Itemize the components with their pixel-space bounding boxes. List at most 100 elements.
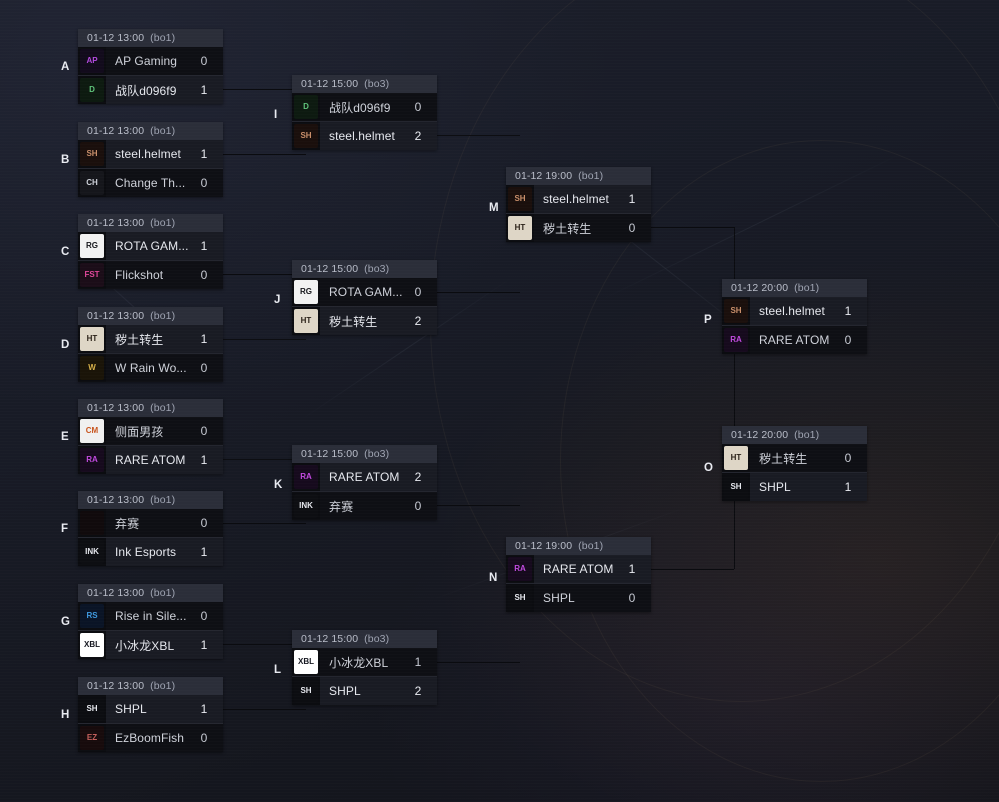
match-header: 01-12 19:00 (bo1) — [506, 537, 651, 555]
team-row[interactable]: D 战队d096f9 1 — [78, 75, 223, 104]
team-row[interactable]: SH SHPL 2 — [292, 676, 437, 705]
team-logo-mark: AP — [80, 49, 104, 73]
match-card-i[interactable]: 01-12 15:00 (bo3) D 战队d096f9 0 SH steel.helmet… — [292, 75, 437, 150]
match-card-a[interactable]: 01-12 13:00 (bo1) AP AP Gaming 0 D 战队d096f9 1 — [78, 29, 223, 104]
match-format: (bo1) — [150, 680, 176, 692]
team-row[interactable]: SH steel.helmet 1 — [78, 140, 223, 168]
team-logo-mark: RS — [80, 604, 104, 628]
team-row[interactable]: HT 秽土转生 0 — [722, 444, 867, 472]
bracket-page: 01-12 13:00 (bo1) AP AP Gaming 0 D 战队d096f9 1 A 0… — [0, 0, 999, 802]
team-row[interactable]: XBL 小冰龙XBL 1 — [292, 648, 437, 676]
match-format: (bo1) — [150, 310, 176, 322]
xbl-logo: XBL — [292, 648, 320, 676]
team-score: 0 — [200, 176, 208, 190]
match-datetime: 01-12 13:00 — [87, 32, 145, 44]
w-rain-logo: W — [78, 354, 106, 382]
team-row[interactable]: INK 弃赛 0 — [292, 491, 437, 520]
team-score: 2 — [414, 470, 422, 484]
match-datetime: 01-12 19:00 — [515, 540, 573, 552]
team-row[interactable]: RA RARE ATOM 1 — [78, 445, 223, 474]
team-name: 小冰龙XBL — [329, 655, 389, 670]
team-row[interactable]: SH steel.helmet 1 — [722, 297, 867, 325]
team-row[interactable]: RA RARE ATOM 1 — [506, 555, 651, 583]
team-name: SHPL — [329, 684, 361, 698]
match-datetime: 01-12 15:00 — [301, 263, 359, 275]
team-row[interactable]: INK Ink Esports 1 — [78, 537, 223, 566]
match-header: 01-12 15:00 (bo3) — [292, 75, 437, 93]
rare-atom-logo: RA — [722, 326, 750, 354]
seed-label-b: B — [61, 154, 70, 166]
node-label-n: N — [489, 572, 498, 584]
team-row[interactable]: RA RARE ATOM 0 — [722, 325, 867, 354]
match-format: (bo1) — [794, 282, 820, 294]
team-row[interactable]: D 战队d096f9 0 — [292, 93, 437, 121]
match-card-e[interactable]: 01-12 13:00 (bo1) CM 侧面男孩 0 RA RARE ATOM 1 — [78, 399, 223, 474]
match-card-m[interactable]: 01-12 19:00 (bo1) SH steel.helmet 1 HT 秽土转生 0 — [506, 167, 651, 242]
team-row[interactable]: SH SHPL 1 — [78, 695, 223, 723]
team-logo-mark: XBL — [294, 650, 318, 674]
ink-esports-logo: INK — [292, 492, 320, 520]
team-score: 0 — [628, 591, 636, 605]
shpl-logo: SH — [506, 584, 534, 612]
team-row[interactable]: XBL 小冰龙XBL 1 — [78, 630, 223, 659]
team-logo-mark: SH — [80, 142, 104, 166]
team-logo-mark: RA — [294, 465, 318, 489]
match-card-o[interactable]: 01-12 20:00 (bo1) HT 秽土转生 0 SH SHPL 1 — [722, 426, 867, 501]
match-format: (bo1) — [150, 32, 176, 44]
bracket-connector-h — [223, 339, 306, 340]
team-row[interactable]: CM 侧面男孩 0 — [78, 417, 223, 445]
team-name: RARE ATOM — [543, 562, 614, 576]
match-format: (bo3) — [364, 633, 390, 645]
match-format: (bo3) — [364, 448, 390, 460]
node-label-o: O — [704, 462, 714, 474]
team-row[interactable]: EZ EzBoomFish 0 — [78, 723, 223, 752]
match-card-g[interactable]: 01-12 13:00 (bo1) RS Rise in Sile... 0 XBL 小冰龙… — [78, 584, 223, 659]
team-row[interactable]: AP AP Gaming 0 — [78, 47, 223, 75]
team-score: 0 — [200, 268, 208, 282]
match-card-d[interactable]: 01-12 13:00 (bo1) HT 秽土转生 1 W W Rain Wo... 0 — [78, 307, 223, 382]
match-card-h[interactable]: 01-12 13:00 (bo1) SH SHPL 1 EZ EzBoomFish 0 — [78, 677, 223, 752]
ap-gaming-logo: AP — [78, 47, 106, 75]
match-card-k[interactable]: 01-12 15:00 (bo3) RA RARE ATOM 2 INK 弃赛 0 — [292, 445, 437, 520]
match-header: 01-12 13:00 (bo1) — [78, 214, 223, 232]
team-name: SHPL — [543, 591, 575, 605]
team-row[interactable]: HT 秽土转生 2 — [292, 306, 437, 335]
team-score: 1 — [844, 304, 852, 318]
team-row[interactable]: SH SHPL 0 — [506, 583, 651, 612]
match-card-n[interactable]: 01-12 19:00 (bo1) RA RARE ATOM 1 SH SHPL 0 — [506, 537, 651, 612]
team-score: 0 — [200, 609, 208, 623]
team-row[interactable]: SH steel.helmet 2 — [292, 121, 437, 150]
team-row[interactable]: RG ROTA GAM... 1 — [78, 232, 223, 260]
team-logo-mark: HT — [508, 216, 532, 240]
team-row[interactable]: RS Rise in Sile... 0 — [78, 602, 223, 630]
team-row[interactable]: HT 秽土转生 1 — [78, 325, 223, 353]
team-score: 1 — [200, 332, 208, 346]
team-logo-mark: XBL — [80, 633, 104, 657]
match-card-f[interactable]: 01-12 13:00 (bo1) 弃赛 0 INK Ink Esports 1 — [78, 491, 223, 566]
match-card-b[interactable]: 01-12 13:00 (bo1) SH steel.helmet 1 CH Change … — [78, 122, 223, 197]
team-name: Rise in Sile... — [115, 609, 187, 623]
team-row[interactable]: HT 秽土转生 0 — [506, 213, 651, 242]
team-row[interactable]: RG ROTA GAM... 0 — [292, 278, 437, 306]
team-row[interactable]: FST Flickshot 0 — [78, 260, 223, 289]
team-name: 小冰龙XBL — [115, 638, 175, 653]
bracket-connector-h — [437, 662, 520, 663]
team-row[interactable]: 弃赛 0 — [78, 509, 223, 537]
match-card-p[interactable]: 01-12 20:00 (bo1) SH steel.helmet 1 RA RARE AT… — [722, 279, 867, 354]
match-card-l[interactable]: 01-12 15:00 (bo3) XBL 小冰龙XBL 1 SH SHPL 2 — [292, 630, 437, 705]
bracket-tree: 01-12 13:00 (bo1) AP AP Gaming 0 D 战队d096f9 1 A 0… — [0, 0, 999, 802]
team-row[interactable]: SH SHPL 1 — [722, 472, 867, 501]
seed-label-a: A — [61, 61, 70, 73]
match-card-c[interactable]: 01-12 13:00 (bo1) RG ROTA GAM... 1 FST Flicksh… — [78, 214, 223, 289]
match-card-j[interactable]: 01-12 15:00 (bo3) RG ROTA GAM... 0 HT 秽土转生 2 — [292, 260, 437, 335]
team-row[interactable]: W W Rain Wo... 0 — [78, 353, 223, 382]
team-row[interactable]: CH Change Th... 0 — [78, 168, 223, 197]
team-row[interactable]: SH steel.helmet 1 — [506, 185, 651, 213]
team-d096f9-logo: D — [78, 76, 106, 104]
team-name: Ink Esports — [115, 545, 177, 559]
cemian-nanhai-logo: CM — [78, 417, 106, 445]
team-logo-mark: SH — [80, 697, 104, 721]
team-name: steel.helmet — [759, 304, 825, 318]
match-format: (bo1) — [794, 429, 820, 441]
team-row[interactable]: RA RARE ATOM 2 — [292, 463, 437, 491]
